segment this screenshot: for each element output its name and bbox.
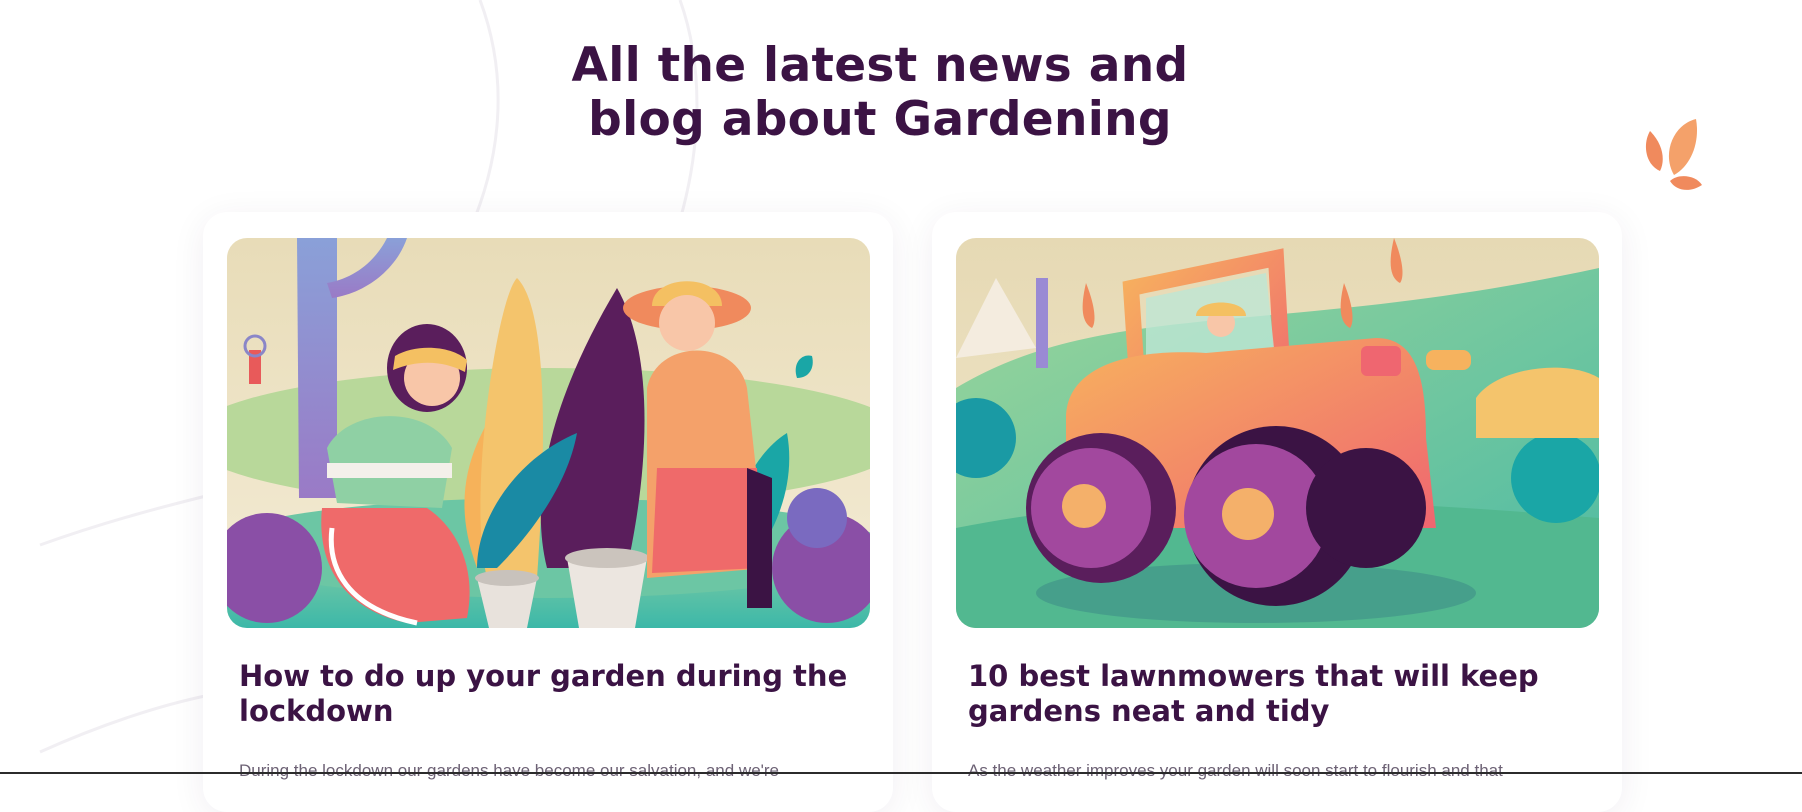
- blog-card-excerpt: During the lockdown our gardens have bec…: [239, 761, 780, 780]
- blog-card[interactable]: 10 best lawnmowers that will keep garden…: [932, 212, 1622, 812]
- blog-card-title[interactable]: 10 best lawnmowers that will keep garden…: [968, 659, 1598, 729]
- blog-card-title[interactable]: How to do up your garden during the lock…: [239, 659, 869, 729]
- gardeners-planting-illustration-icon: [227, 238, 870, 628]
- section-heading: All the latest news and blog about Garde…: [0, 39, 1760, 147]
- blog-card-image[interactable]: [956, 238, 1599, 628]
- blog-card[interactable]: How to do up your garden during the lock…: [203, 212, 893, 812]
- tractor-illustration-icon: [956, 238, 1599, 628]
- leaf-sprig-icon: [1645, 119, 1702, 190]
- section-heading-line-1: All the latest news and: [571, 38, 1189, 94]
- section-heading-line-2: blog about Gardening: [588, 92, 1172, 148]
- blog-card-excerpt: As the weather improves your garden will…: [968, 761, 1503, 780]
- blog-card-image[interactable]: [227, 238, 870, 628]
